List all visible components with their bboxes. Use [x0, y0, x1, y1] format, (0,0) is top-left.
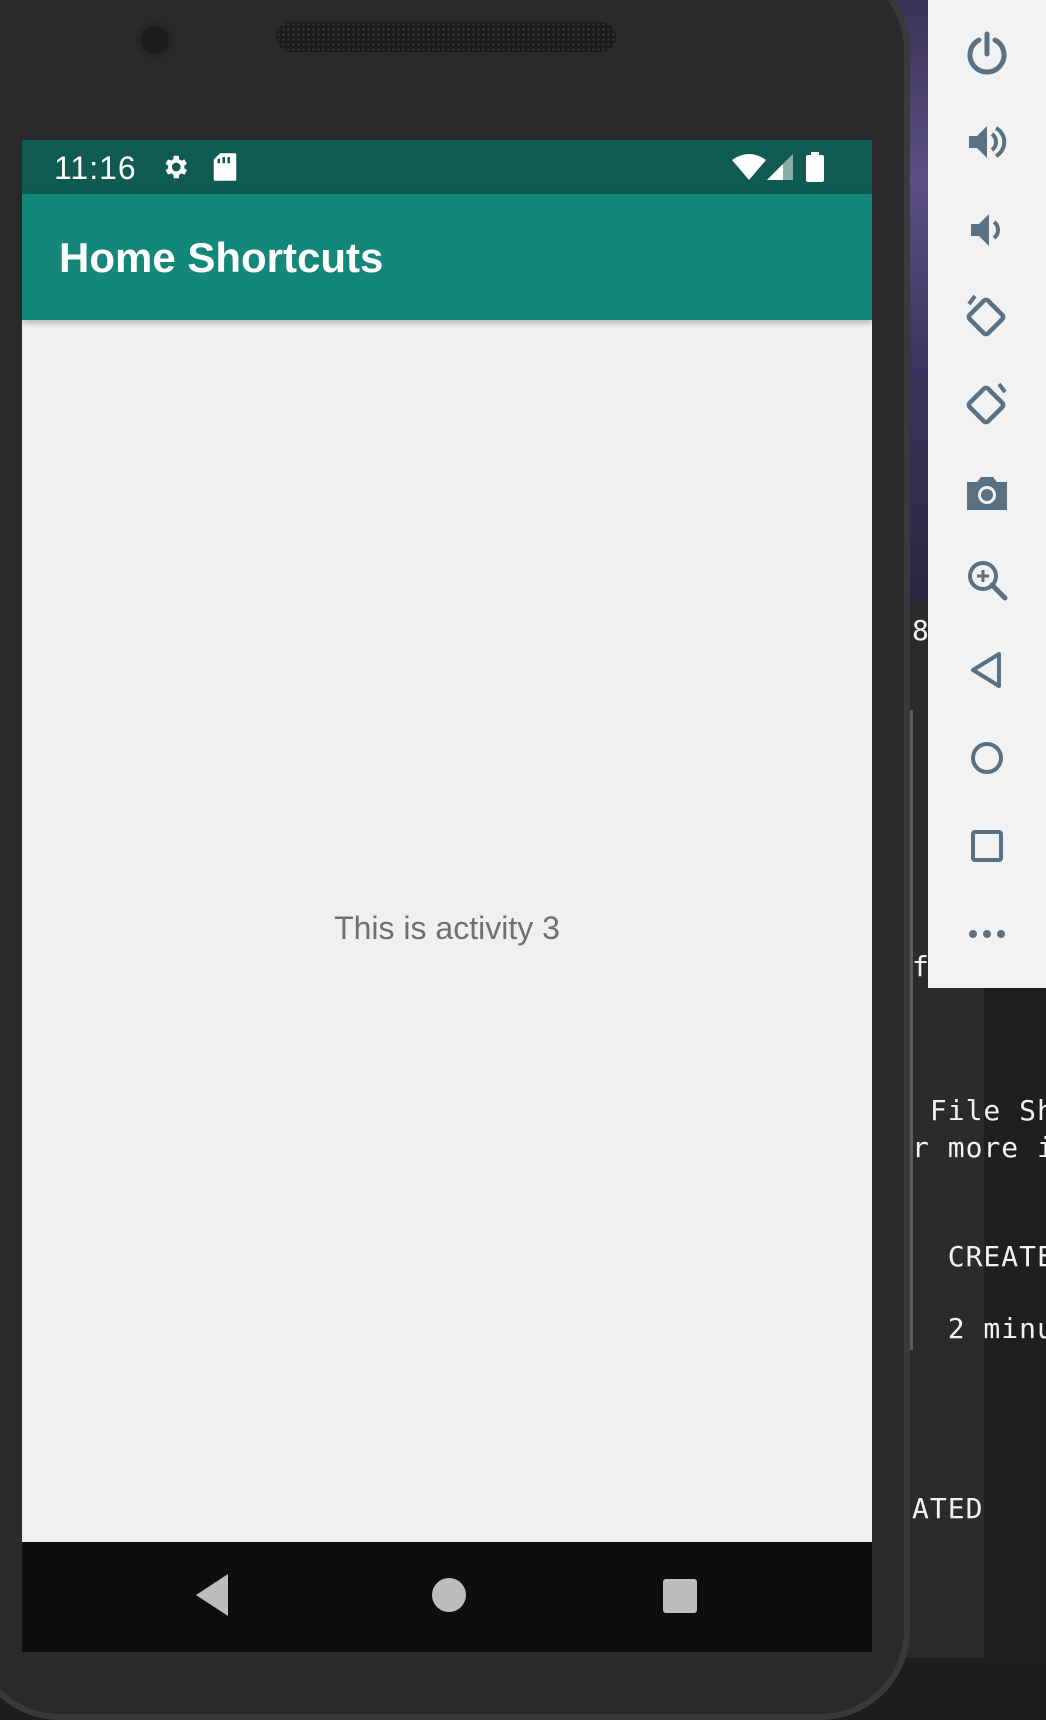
app-title: Home Shortcuts [59, 234, 384, 281]
zoom-icon[interactable] [959, 554, 1015, 610]
gear-icon [160, 152, 190, 187]
navigation-bar [22, 1542, 872, 1652]
front-camera [137, 22, 173, 58]
status-time: 11:16 [54, 150, 137, 186]
battery-icon [806, 152, 824, 187]
device-screen[interactable]: 11:16 Home Shortcuts This is activity 3 [22, 140, 872, 1652]
sd-card-icon [212, 152, 238, 187]
back-icon[interactable] [959, 642, 1015, 698]
power-icon[interactable] [959, 26, 1015, 82]
terminal-line: r more i [912, 1131, 1046, 1164]
app-bar: Home Shortcuts [22, 194, 872, 320]
back-icon[interactable] [192, 1570, 232, 1625]
rotate-left-icon[interactable] [959, 290, 1015, 346]
wifi-icon [732, 154, 766, 185]
terminal-line: CREATE [912, 1240, 1046, 1273]
home-icon[interactable] [430, 1576, 468, 1619]
activity-message: This is activity 3 [334, 910, 560, 946]
terminal-line: ATED [912, 1492, 984, 1525]
overview-icon[interactable] [959, 818, 1015, 874]
volume-down-icon[interactable] [959, 202, 1015, 258]
home-icon[interactable] [959, 730, 1015, 786]
camera-icon[interactable] [959, 466, 1015, 522]
status-bar: 11:16 [22, 140, 872, 194]
terminal-line: File Sh [912, 1094, 1046, 1127]
earpiece-speaker [276, 22, 616, 52]
volume-up-icon[interactable] [959, 114, 1015, 170]
emulator-toolbar [928, 0, 1046, 988]
terminal-line: 2 minu [912, 1312, 1046, 1345]
signal-icon [767, 154, 793, 185]
recents-icon[interactable] [662, 1578, 698, 1619]
rotate-right-icon[interactable] [959, 378, 1015, 434]
more-icon[interactable] [959, 906, 1015, 962]
